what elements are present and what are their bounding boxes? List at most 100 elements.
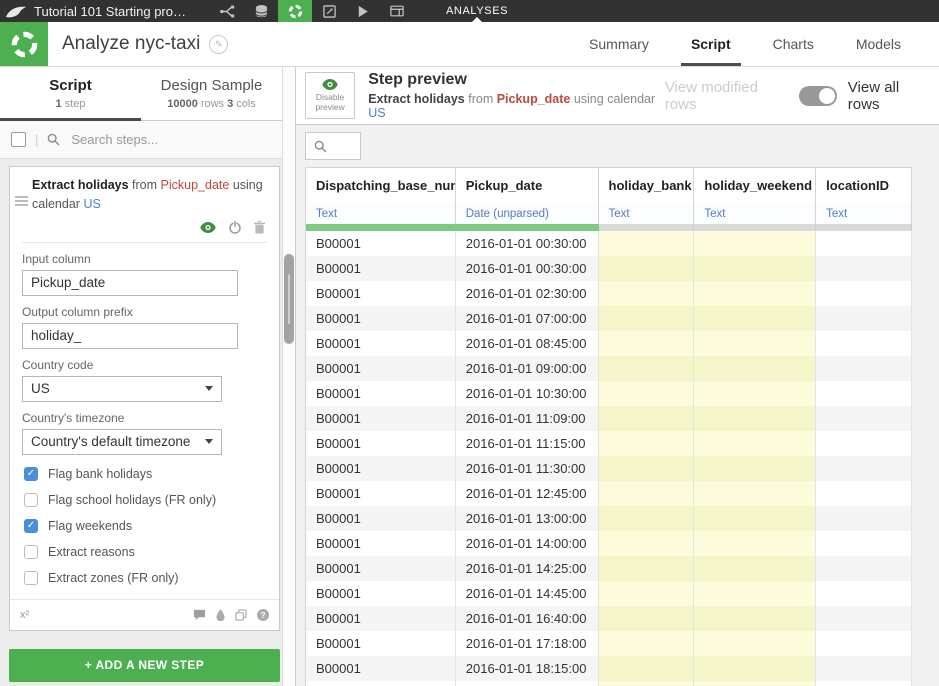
table-cell[interactable]: B00001: [306, 281, 456, 306]
table-cell[interactable]: 2016-01-01 02:30:00: [456, 281, 599, 306]
table-cell[interactable]: [816, 231, 912, 256]
table-cell[interactable]: [694, 356, 816, 381]
table-cell[interactable]: [816, 481, 912, 506]
table-cell[interactable]: [694, 431, 816, 456]
table-cell[interactable]: [694, 306, 816, 331]
table-cell[interactable]: [816, 506, 912, 531]
tab-script-steps[interactable]: Script 1 step: [0, 67, 141, 120]
table-cell[interactable]: B00001: [306, 331, 456, 356]
column-type[interactable]: Date (unparsed): [456, 203, 599, 224]
table-cell[interactable]: B00001: [306, 306, 456, 331]
column-type[interactable]: Text: [816, 203, 912, 224]
table-cell[interactable]: 2016-01-01 14:00:00: [456, 531, 599, 556]
table-cell[interactable]: [816, 681, 912, 686]
table-cell[interactable]: [694, 281, 816, 306]
datasets-icon[interactable]: [244, 0, 278, 22]
disable-step-icon[interactable]: [229, 221, 241, 234]
table-cell[interactable]: B00001: [306, 381, 456, 406]
table-cell[interactable]: [599, 256, 695, 281]
table-cell[interactable]: [694, 456, 816, 481]
table-cell[interactable]: [816, 581, 912, 606]
table-cell[interactable]: [306, 681, 456, 686]
table-cell[interactable]: [599, 431, 695, 456]
tab-summary[interactable]: Summary: [587, 22, 651, 66]
table-cell[interactable]: B00001: [306, 481, 456, 506]
table-cell[interactable]: 2016-01-01 16:40:00: [456, 606, 599, 631]
table-cell[interactable]: B00001: [306, 506, 456, 531]
search-steps-input[interactable]: [69, 131, 271, 148]
column-type[interactable]: Text: [694, 203, 816, 224]
table-cell[interactable]: [816, 631, 912, 656]
table-cell[interactable]: [599, 631, 695, 656]
delete-step-icon[interactable]: [254, 221, 265, 234]
table-cell[interactable]: [599, 656, 695, 681]
tab-models[interactable]: Models: [854, 22, 903, 66]
column-header[interactable]: holiday_bank: [599, 168, 695, 203]
table-cell[interactable]: [816, 556, 912, 581]
column-header[interactable]: holiday_weekend: [694, 168, 816, 203]
table-cell[interactable]: [599, 481, 695, 506]
field-select[interactable]: US: [22, 376, 222, 402]
jobs-icon[interactable]: [346, 0, 380, 22]
table-cell[interactable]: 2016-01-01 00:30:00: [456, 256, 599, 281]
dashboards-icon[interactable]: [380, 0, 414, 22]
table-cell[interactable]: [694, 581, 816, 606]
checkbox[interactable]: [24, 493, 38, 507]
table-cell[interactable]: [599, 456, 695, 481]
table-cell[interactable]: [694, 606, 816, 631]
table-cell[interactable]: [694, 556, 816, 581]
color-droplet-icon[interactable]: [216, 609, 225, 621]
notebooks-icon[interactable]: [312, 0, 346, 22]
table-cell[interactable]: [599, 531, 695, 556]
table-cell[interactable]: [599, 281, 695, 306]
rename-icon[interactable]: ✎: [209, 35, 228, 54]
view-modified-rows-option[interactable]: View modified rows: [665, 79, 788, 113]
table-cell[interactable]: [599, 506, 695, 531]
table-cell[interactable]: 2016-01-01 00:30:00: [456, 231, 599, 256]
table-cell[interactable]: B00001: [306, 431, 456, 456]
table-cell[interactable]: [694, 331, 816, 356]
table-cell[interactable]: [816, 281, 912, 306]
table-cell[interactable]: [599, 581, 695, 606]
table-cell[interactable]: 2016-01-01 12:45:00: [456, 481, 599, 506]
field-select[interactable]: Country's default timezone: [22, 429, 222, 455]
select-all-checkbox[interactable]: [11, 132, 26, 147]
table-cell[interactable]: [694, 481, 816, 506]
table-cell[interactable]: [599, 331, 695, 356]
rows-toggle[interactable]: [799, 86, 837, 106]
table-cell[interactable]: [816, 606, 912, 631]
table-cell[interactable]: [816, 456, 912, 481]
table-cell[interactable]: [816, 406, 912, 431]
copy-step-icon[interactable]: [235, 609, 247, 621]
table-cell[interactable]: 2016-01-01 11:15:00: [456, 431, 599, 456]
table-cell[interactable]: 2016-01-01 11:30:00: [456, 456, 599, 481]
table-search-box[interactable]: [305, 132, 361, 160]
table-cell[interactable]: [694, 406, 816, 431]
table-cell[interactable]: 2016-01-01 08:45:00: [456, 331, 599, 356]
table-cell[interactable]: B00001: [306, 231, 456, 256]
field-input[interactable]: [22, 270, 238, 296]
table-cell[interactable]: [816, 331, 912, 356]
table-cell[interactable]: [816, 256, 912, 281]
tab-charts[interactable]: Charts: [771, 22, 816, 66]
table-cell[interactable]: [599, 556, 695, 581]
table-cell[interactable]: [599, 381, 695, 406]
preview-eye-icon[interactable]: [200, 222, 216, 233]
checkbox[interactable]: ✓: [24, 467, 38, 481]
table-cell[interactable]: [694, 681, 816, 686]
checkbox[interactable]: ✓: [24, 519, 38, 533]
table-cell[interactable]: [599, 681, 695, 686]
dataiku-logo[interactable]: [0, 5, 32, 18]
analyses-icon[interactable]: [278, 0, 312, 22]
table-cell[interactable]: [694, 506, 816, 531]
column-header[interactable]: Dispatching_base_num: [306, 168, 456, 203]
tab-design-sample[interactable]: Design Sample 10000 rows 3 cols: [141, 67, 282, 120]
table-cell[interactable]: [816, 306, 912, 331]
add-new-step-button[interactable]: + ADD A NEW STEP: [9, 649, 280, 682]
table-cell[interactable]: 2016-01-01 09:00:00: [456, 356, 599, 381]
table-cell[interactable]: [599, 406, 695, 431]
table-cell[interactable]: 2016-01-01 18:15:00: [456, 656, 599, 681]
project-title[interactable]: Tutorial 101 Starting pro…: [34, 4, 202, 19]
table-cell[interactable]: B00001: [306, 606, 456, 631]
help-icon[interactable]: ?: [257, 609, 269, 621]
